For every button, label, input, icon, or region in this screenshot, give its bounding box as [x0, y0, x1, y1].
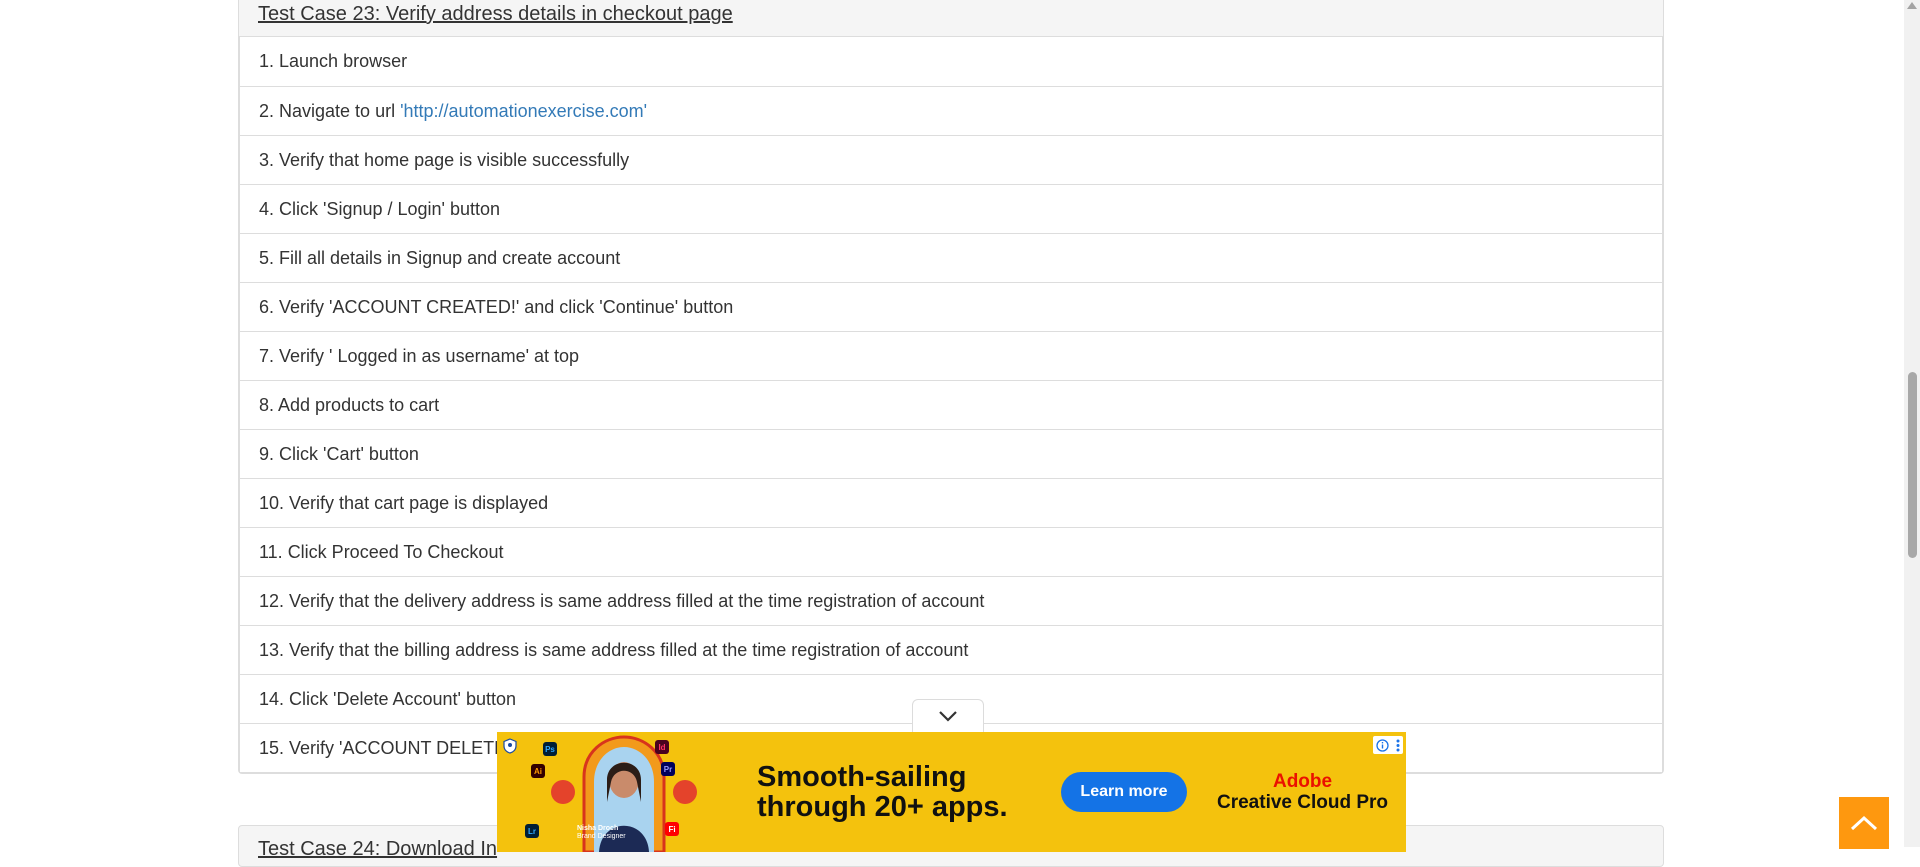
step-item: 2. Navigate to url'http://automationexer…: [239, 86, 1663, 136]
step-text: 11. Click Proceed To Checkout: [259, 541, 504, 562]
app-tile-lr: Lr: [525, 824, 539, 838]
ad-banner[interactable]: Nisha Droch Brand Designer Ps Id Ai Pr L…: [497, 732, 1406, 852]
step-text: 3. Verify that home page is visible succ…: [259, 149, 630, 170]
step-item: 12. Verify that the delivery address is …: [239, 576, 1663, 626]
step-item: 5. Fill all details in Signup and create…: [239, 233, 1663, 283]
step-item: 3. Verify that home page is visible succ…: [239, 135, 1663, 185]
ad-brand-name: Adobe: [1272, 771, 1333, 792]
step-item: 13. Verify that the billing address is s…: [239, 625, 1663, 675]
step-text: 10. Verify that cart page is displayed: [259, 492, 549, 513]
ad-person-name: Nisha Droch: [577, 825, 619, 832]
chevron-down-icon: [939, 711, 957, 722]
scroll-up-arrow[interactable]: [1907, 2, 1917, 9]
step-text: 5. Fill all details in Signup and create…: [259, 247, 621, 268]
step-text: 4. Click 'Signup / Login' button: [259, 198, 501, 219]
step-item: 10. Verify that cart page is displayed: [239, 478, 1663, 528]
scrollbar-thumb[interactable]: [1908, 372, 1917, 558]
step-text: 2. Navigate to url: [259, 100, 396, 121]
step-item: 11. Click Proceed To Checkout: [239, 527, 1663, 577]
test-case-23-steps: 1. Launch browser 2. Navigate to url'htt…: [239, 37, 1663, 773]
learn-more-button[interactable]: Learn more: [1061, 772, 1187, 812]
test-case-23-heading: Test Case 23: Verify address details in …: [239, 0, 1663, 37]
step-text: 9. Click 'Cart' button: [259, 443, 419, 464]
info-icon[interactable]: [1376, 738, 1389, 752]
step-item: 1. Launch browser: [239, 37, 1663, 87]
step-item: 8. Add products to cart: [239, 380, 1663, 430]
ad-headline: Smooth-sailing through 20+ apps.: [757, 762, 1008, 822]
chevron-up-icon: [1850, 815, 1878, 831]
step-text: 15. Verify 'ACCOUNT DELETED: [259, 737, 520, 758]
app-tile-ai: Ai: [531, 764, 545, 778]
shield-icon: [503, 738, 517, 754]
ad-info-controls: [1373, 736, 1403, 754]
step-item: 7. Verify ' Logged in as username' at to…: [239, 331, 1663, 381]
app-tile-ps: Ps: [543, 742, 557, 756]
test-case-24-title[interactable]: Test Case 24: Download In: [258, 838, 497, 861]
step-item: 4. Click 'Signup / Login' button: [239, 184, 1663, 234]
step-text: 13. Verify that the billing address is s…: [259, 639, 969, 660]
ad-brand-product: Creative Cloud Pro: [1217, 792, 1389, 813]
test-case-23-title[interactable]: Test Case 23: Verify address details in …: [258, 2, 733, 26]
step-text: 7. Verify ' Logged in as username' at to…: [259, 345, 580, 366]
step-text: 14. Click 'Delete Account' button: [259, 688, 517, 709]
ad-person-caption: Nisha Droch Brand Designer: [577, 825, 626, 841]
more-vert-icon[interactable]: [1396, 739, 1400, 752]
step-item: 6. Verify 'ACCOUNT CREATED!' and click '…: [239, 282, 1663, 332]
app-tile-fi: Fi: [665, 822, 679, 836]
app-tile-pr: Pr: [661, 762, 675, 776]
step-text: 1. Launch browser: [259, 51, 408, 71]
ad-headline-line1: Smooth-sailing: [757, 761, 967, 793]
vertical-scrollbar[interactable]: [1904, 0, 1920, 847]
test-case-23-panel: Test Case 23: Verify address details in …: [238, 0, 1664, 774]
ad-headline-line2: through 20+ apps.: [757, 791, 1008, 823]
ad-collapse-button[interactable]: [912, 699, 984, 732]
scroll-to-top-button[interactable]: [1839, 797, 1889, 849]
step-text: 8. Add products to cart: [259, 394, 440, 415]
step-text: 12. Verify that the delivery address is …: [259, 590, 985, 611]
step-item: 9. Click 'Cart' button: [239, 429, 1663, 479]
ad-brand: Adobe Creative Cloud Pro: [1217, 772, 1388, 814]
ad-person-role: Brand Designer: [577, 833, 626, 840]
automation-exercise-link[interactable]: 'http://automationexercise.com': [400, 101, 647, 122]
app-tile-id: Id: [655, 740, 669, 754]
step-text: 6. Verify 'ACCOUNT CREATED!' and click '…: [259, 296, 734, 317]
